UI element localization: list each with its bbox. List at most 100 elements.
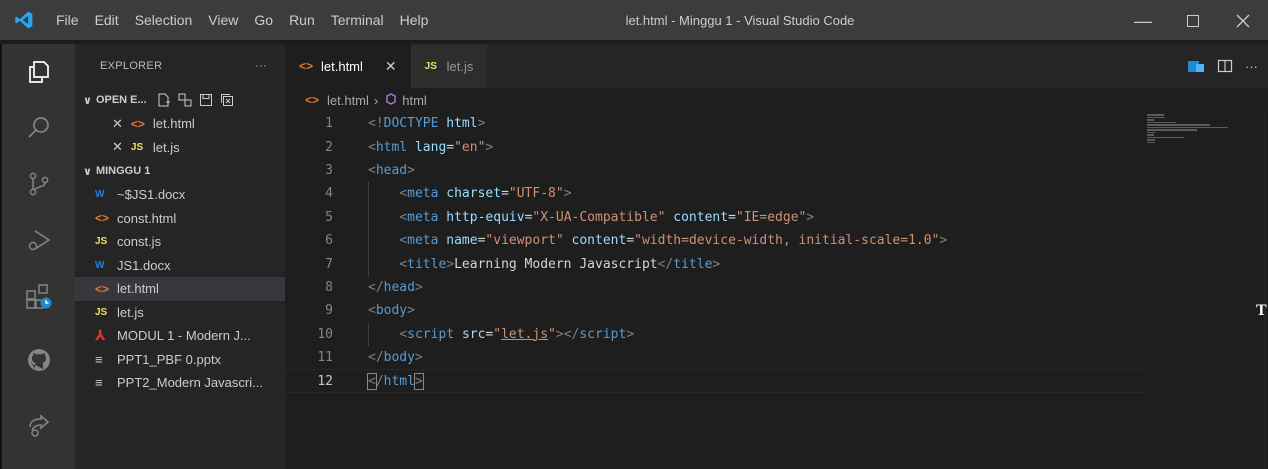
file-tree-item[interactable]: W ~$JS1.docx <box>75 183 285 207</box>
js-file-icon: JS <box>95 306 108 318</box>
code-line: 11 </body> <box>285 346 1145 369</box>
breadcrumb: <> let.html › html <box>285 88 1268 112</box>
run-debug-icon[interactable] <box>16 220 62 260</box>
code-editor[interactable]: T 1 <!DOCTYPE html> 2 <html lang="en"> 3 <hea… <box>285 112 1268 469</box>
maximize-button[interactable] <box>1168 0 1218 42</box>
minimap-line <box>1147 134 1154 136</box>
search-icon[interactable] <box>16 108 62 148</box>
open-editor-item[interactable]: ✕ JS let.js <box>75 136 285 160</box>
file-name: MODUL 1 - Modern J... <box>117 328 251 344</box>
line-number: 7 <box>325 256 333 272</box>
code-text: </head> <box>368 279 423 295</box>
element-symbol-icon <box>386 93 396 105</box>
github-icon[interactable] <box>16 340 62 380</box>
file-tree-item[interactable]: <> let.html <box>75 277 285 301</box>
tab-label: let.js <box>446 58 474 74</box>
more-actions-icon[interactable]: ··· <box>1245 59 1258 74</box>
html-file-icon: <> <box>95 281 110 296</box>
line-number: 11 <box>317 350 333 366</box>
menu-edit[interactable]: Edit <box>87 0 127 41</box>
save-all-icon[interactable] <box>199 93 213 107</box>
line-number: 5 <box>325 209 333 225</box>
chevron-down-icon: ∨ <box>83 165 92 178</box>
menu-terminal[interactable]: Terminal <box>323 0 392 41</box>
tab-label: let.html <box>321 58 363 74</box>
html-file-icon: <> <box>299 59 314 73</box>
file-tree-item[interactable]: ⅄ MODUL 1 - Modern J... <box>75 324 285 348</box>
source-control-icon[interactable] <box>16 164 62 204</box>
explorer-icon[interactable] <box>16 52 62 92</box>
line-number: 6 <box>325 233 333 249</box>
explorer-header: EXPLORER ··· <box>75 44 285 88</box>
toggle-vertical-icon[interactable] <box>178 93 192 107</box>
code-text: <head> <box>368 162 415 178</box>
remote-explorer-icon[interactable] <box>16 276 62 316</box>
live-share-icon[interactable] <box>16 406 62 446</box>
file-name: PPT2_Modern Javascri... <box>117 375 263 391</box>
minimap-line <box>1147 124 1210 126</box>
window-controls: — <box>1118 0 1268 42</box>
menu-help[interactable]: Help <box>392 0 437 41</box>
file-tree-item[interactable]: ≡ PPT2_Modern Javascri... <box>75 371 285 395</box>
breadcrumb-file[interactable]: let.html <box>327 93 369 108</box>
line-number: 3 <box>325 162 333 178</box>
title-bar: File Edit Selection View Go Run Terminal Help l… <box>0 0 1268 42</box>
breadcrumb-symbol[interactable]: html <box>402 93 427 108</box>
file-tree: W ~$JS1.docx <> const.html JS const.js W JS1.do… <box>75 183 285 395</box>
js-file-icon: JS <box>130 141 144 153</box>
file-tree-item[interactable]: JS let.js <box>75 301 285 325</box>
menu-file[interactable]: File <box>48 0 87 41</box>
line-number: 10 <box>317 326 333 342</box>
close-icon[interactable]: ✕ <box>112 116 123 132</box>
code-line: 10 <script src="let.js"></script> <box>285 322 1145 346</box>
vertical-scrollbar[interactable] <box>1265 112 1266 469</box>
menu-go[interactable]: Go <box>246 0 281 41</box>
explorer-title: EXPLORER <box>100 60 163 72</box>
code-text: <meta name="viewport" content="width=dev… <box>399 233 948 249</box>
new-untitled-file-icon[interactable] <box>157 93 171 107</box>
chevron-down-icon: ∨ <box>83 94 92 107</box>
file-name: PPT1_PBF 0.pptx <box>117 351 222 367</box>
menu-view[interactable]: View <box>200 0 246 41</box>
minimap[interactable] <box>1145 112 1255 172</box>
close-window-button[interactable] <box>1218 0 1268 42</box>
minimize-button[interactable]: — <box>1118 0 1168 42</box>
text-cursor-icon: T <box>1256 302 1267 319</box>
file-tree-item[interactable]: ≡ PPT1_PBF 0.pptx <box>75 348 285 372</box>
html-file-icon: <> <box>305 93 320 107</box>
menu-selection[interactable]: Selection <box>127 0 201 41</box>
close-icon[interactable]: ✕ <box>112 139 123 155</box>
line-number: 8 <box>325 279 333 295</box>
minimap-line <box>1147 129 1197 131</box>
minimap-line <box>1147 126 1229 128</box>
file-name: let.js <box>152 139 180 155</box>
window-title: let.html - Minggu 1 - Visual Studio Code <box>625 13 855 28</box>
tab-let-html[interactable]: <> let.html ✕ <box>285 44 411 88</box>
open-preview-icon[interactable] <box>1187 58 1205 74</box>
code-line: 8 </head> <box>285 276 1145 299</box>
tab-let-js[interactable]: JS let.js <box>410 44 488 88</box>
more-actions-icon[interactable]: ··· <box>255 60 267 72</box>
js-file-icon: JS <box>95 236 108 248</box>
html-file-icon: <> <box>95 211 110 226</box>
open-editor-item[interactable]: ✕ <> let.html <box>75 112 285 136</box>
menu-run[interactable]: Run <box>281 0 323 41</box>
file-tree-item[interactable]: W JS1.docx <box>75 254 285 278</box>
close-all-icon[interactable] <box>220 93 234 107</box>
minimap-line <box>1147 131 1155 133</box>
code-text: <body> <box>368 303 415 319</box>
open-editors-section[interactable]: ∨ OPEN E... <box>75 88 285 112</box>
split-editor-icon[interactable] <box>1217 58 1233 74</box>
file-name: let.html <box>152 116 195 132</box>
code-text: <meta charset="UTF-8"> <box>399 186 572 202</box>
code-text: <meta http-equiv="X-UA-Compatible" conte… <box>399 209 815 225</box>
minimap-line <box>1147 139 1155 141</box>
close-tab-icon[interactable]: ✕ <box>385 58 397 75</box>
word-file-icon: W <box>95 259 105 271</box>
menu-bar: File Edit Selection View Go Run Terminal Help <box>48 0 436 41</box>
code-line: 6 <meta name="viewport" content="width=d… <box>285 229 1145 253</box>
file-tree-item[interactable]: JS const.js <box>75 230 285 254</box>
code-line: 9 <body> <box>285 299 1145 322</box>
folder-section[interactable]: ∨ MINGGU 1 <box>75 159 285 183</box>
file-tree-item[interactable]: <> const.html <box>75 207 285 231</box>
